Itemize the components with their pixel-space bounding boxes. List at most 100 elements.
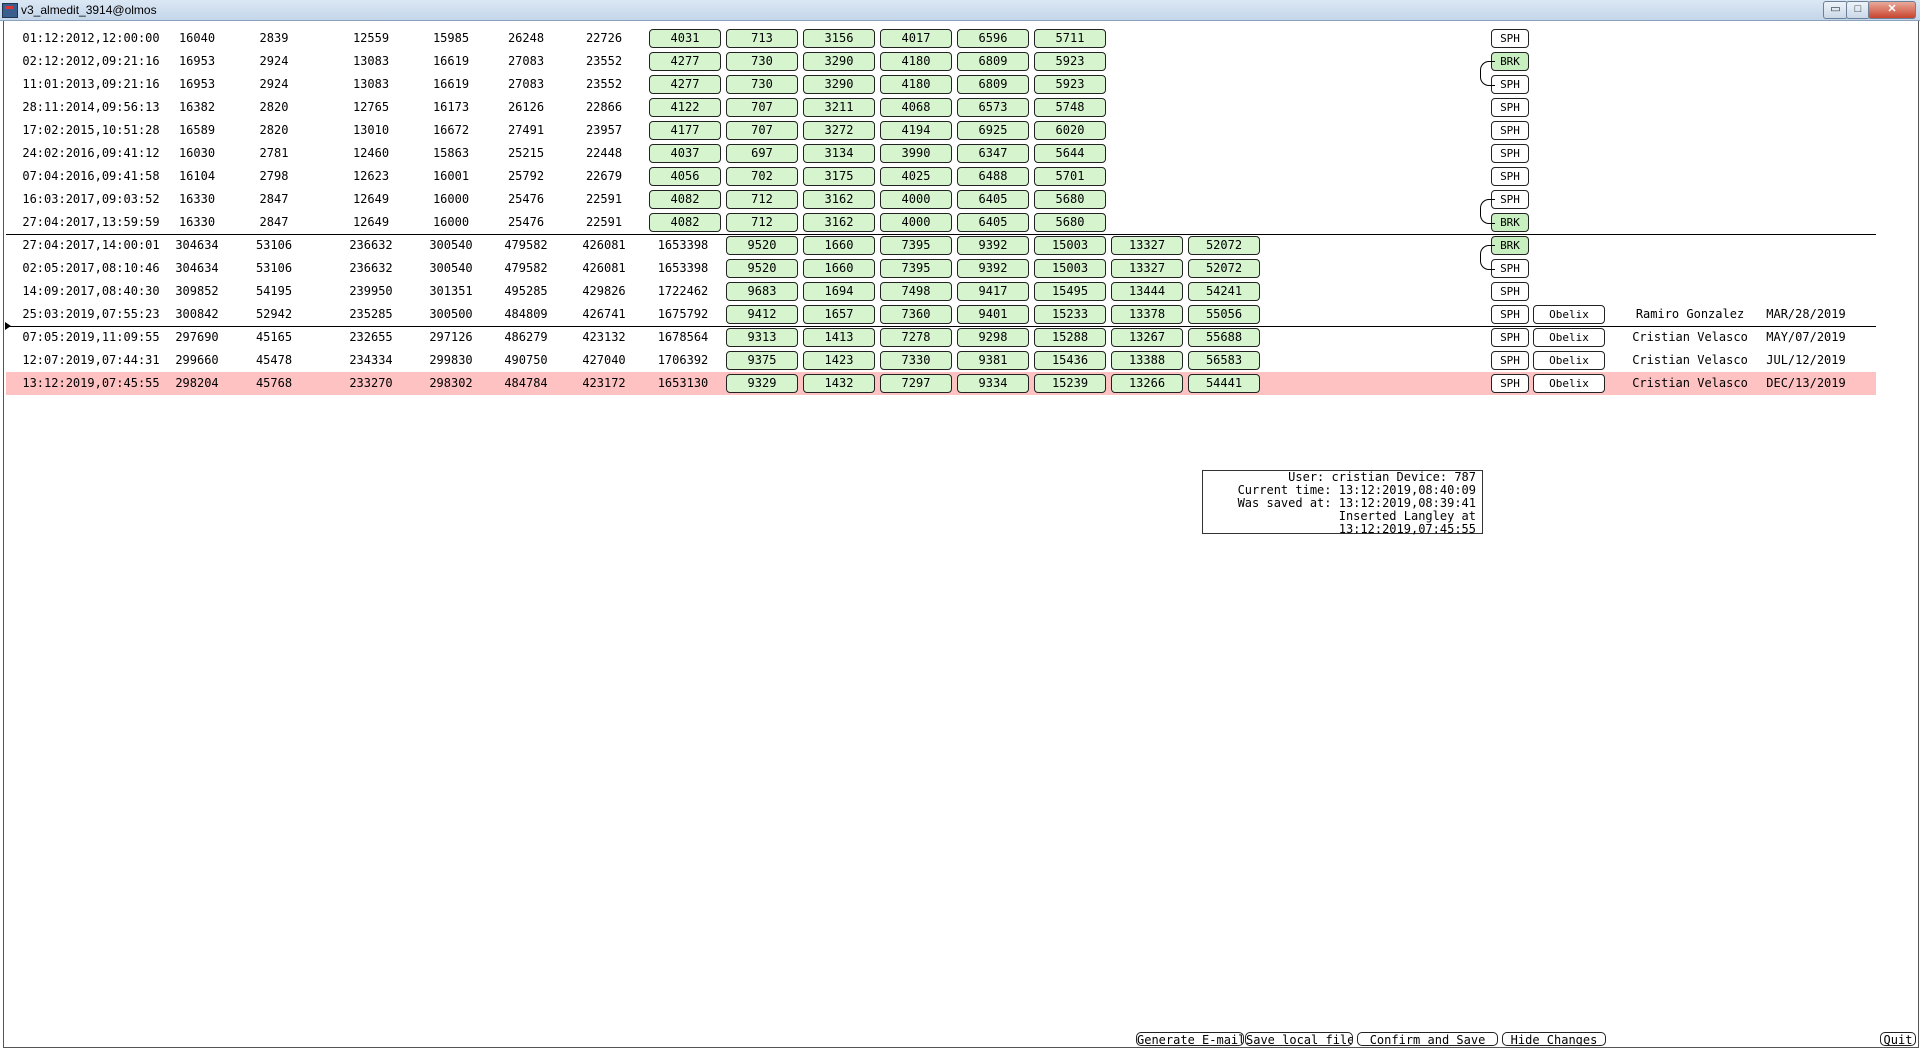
value-cell-button[interactable]: 9381 xyxy=(957,351,1029,370)
value-cell-button[interactable]: 6020 xyxy=(1034,121,1106,140)
sph-tag-button[interactable]: SPH xyxy=(1491,282,1529,301)
sph-tag-button[interactable]: SPH xyxy=(1491,374,1529,393)
value-cell-button[interactable]: 3290 xyxy=(803,75,875,94)
value-cell-button[interactable]: 54241 xyxy=(1188,282,1260,301)
table-row[interactable]: 24:02:2016,09:41:12 16030 2781 12460 15863 25… xyxy=(6,142,1876,165)
value-cell-button[interactable]: 13266 xyxy=(1111,374,1183,393)
brk-tag-button[interactable]: BRK xyxy=(1491,236,1529,255)
value-cell-button[interactable]: 6809 xyxy=(957,75,1029,94)
value-cell-button[interactable]: 9417 xyxy=(957,282,1029,301)
sph-tag-button[interactable]: SPH xyxy=(1491,305,1529,324)
close-button[interactable]: ✕ xyxy=(1868,1,1916,19)
value-cell-button[interactable]: 4277 xyxy=(649,75,721,94)
value-cell-button[interactable]: 713 xyxy=(726,29,798,48)
value-cell-button[interactable]: 5711 xyxy=(1034,29,1106,48)
obelix-button[interactable]: Obelix xyxy=(1533,305,1605,324)
value-cell-button[interactable]: 7330 xyxy=(880,351,952,370)
sph-tag-button[interactable]: SPH xyxy=(1491,29,1529,48)
value-cell-button[interactable]: 1432 xyxy=(803,374,875,393)
value-cell-button[interactable]: 697 xyxy=(726,144,798,163)
table-row[interactable]: 12:07:2019,07:44:31 299660 45478 234334 2998… xyxy=(6,349,1876,372)
value-cell-button[interactable]: 56583 xyxy=(1188,351,1260,370)
value-cell-button[interactable]: 9520 xyxy=(726,236,798,255)
table-row[interactable]: 27:04:2017,14:00:01 304634 53106 236632 3005… xyxy=(6,234,1876,257)
table-row[interactable]: 14:09:2017,08:40:30 309852 54195 239950 3013… xyxy=(6,280,1876,303)
value-cell-button[interactable]: 1423 xyxy=(803,351,875,370)
value-cell-button[interactable]: 4000 xyxy=(880,190,952,209)
value-cell-button[interactable]: 13267 xyxy=(1111,328,1183,347)
value-cell-button[interactable]: 4177 xyxy=(649,121,721,140)
value-cell-button[interactable]: 9334 xyxy=(957,374,1029,393)
value-cell-button[interactable]: 9392 xyxy=(957,259,1029,278)
value-cell-button[interactable]: 6573 xyxy=(957,98,1029,117)
value-cell-button[interactable]: 712 xyxy=(726,213,798,232)
value-cell-button[interactable]: 9375 xyxy=(726,351,798,370)
quit-button[interactable]: Quit xyxy=(1880,1032,1916,1046)
sph-tag-button[interactable]: SPH xyxy=(1491,351,1529,370)
value-cell-button[interactable]: 3990 xyxy=(880,144,952,163)
value-cell-button[interactable]: 3134 xyxy=(803,144,875,163)
value-cell-button[interactable]: 6347 xyxy=(957,144,1029,163)
value-cell-button[interactable]: 15288 xyxy=(1034,328,1106,347)
value-cell-button[interactable]: 7297 xyxy=(880,374,952,393)
value-cell-button[interactable]: 15233 xyxy=(1034,305,1106,324)
value-cell-button[interactable]: 1694 xyxy=(803,282,875,301)
value-cell-button[interactable]: 707 xyxy=(726,98,798,117)
value-cell-button[interactable]: 5923 xyxy=(1034,75,1106,94)
generate-email-button[interactable]: Generate E-mail xyxy=(1136,1032,1244,1046)
value-cell-button[interactable]: 3162 xyxy=(803,213,875,232)
value-cell-button[interactable]: 9329 xyxy=(726,374,798,393)
value-cell-button[interactable]: 5680 xyxy=(1034,190,1106,209)
table-row[interactable]: 13:12:2019,07:45:55 298204 45768 233270 2983… xyxy=(6,372,1876,395)
table-row[interactable]: 01:12:2012,12:00:00 16040 2839 12559 15985 26… xyxy=(6,27,1876,50)
value-cell-button[interactable]: 6488 xyxy=(957,167,1029,186)
table-row[interactable]: 07:05:2019,11:09:55 297690 45165 232655 2971… xyxy=(6,326,1876,349)
value-cell-button[interactable]: 5748 xyxy=(1034,98,1106,117)
value-cell-button[interactable]: 15003 xyxy=(1034,236,1106,255)
value-cell-button[interactable]: 1413 xyxy=(803,328,875,347)
value-cell-button[interactable]: 702 xyxy=(726,167,798,186)
value-cell-button[interactable]: 4068 xyxy=(880,98,952,117)
value-cell-button[interactable]: 15495 xyxy=(1034,282,1106,301)
brk-tag-button[interactable]: BRK xyxy=(1491,52,1529,71)
value-cell-button[interactable]: 4056 xyxy=(649,167,721,186)
value-cell-button[interactable]: 15003 xyxy=(1034,259,1106,278)
value-cell-button[interactable]: 3175 xyxy=(803,167,875,186)
value-cell-button[interactable]: 1657 xyxy=(803,305,875,324)
hide-changes-button[interactable]: Hide Changes xyxy=(1502,1032,1606,1046)
value-cell-button[interactable]: 9313 xyxy=(726,328,798,347)
value-cell-button[interactable]: 15239 xyxy=(1034,374,1106,393)
value-cell-button[interactable]: 13378 xyxy=(1111,305,1183,324)
value-cell-button[interactable]: 7498 xyxy=(880,282,952,301)
value-cell-button[interactable]: 13327 xyxy=(1111,236,1183,255)
sph-tag-button[interactable]: SPH xyxy=(1491,75,1529,94)
value-cell-button[interactable]: 730 xyxy=(726,75,798,94)
value-cell-button[interactable]: 5680 xyxy=(1034,213,1106,232)
sph-tag-button[interactable]: SPH xyxy=(1491,144,1529,163)
value-cell-button[interactable]: 4000 xyxy=(880,213,952,232)
value-cell-button[interactable]: 5644 xyxy=(1034,144,1106,163)
value-cell-button[interactable]: 13388 xyxy=(1111,351,1183,370)
value-cell-button[interactable]: 4180 xyxy=(880,75,952,94)
value-cell-button[interactable]: 707 xyxy=(726,121,798,140)
value-cell-button[interactable]: 55056 xyxy=(1188,305,1260,324)
brk-tag-button[interactable]: BRK xyxy=(1491,213,1529,232)
value-cell-button[interactable]: 4082 xyxy=(649,190,721,209)
table-row[interactable]: 02:12:2012,09:21:16 16953 2924 13083 16619 27… xyxy=(6,50,1876,73)
confirm-and-save-button[interactable]: Confirm and Save xyxy=(1357,1032,1498,1046)
value-cell-button[interactable]: 4194 xyxy=(880,121,952,140)
value-cell-button[interactable]: 4277 xyxy=(649,52,721,71)
value-cell-button[interactable]: 9392 xyxy=(957,236,1029,255)
value-cell-button[interactable]: 54441 xyxy=(1188,374,1260,393)
value-cell-button[interactable]: 13444 xyxy=(1111,282,1183,301)
value-cell-button[interactable]: 9401 xyxy=(957,305,1029,324)
sph-tag-button[interactable]: SPH xyxy=(1491,259,1529,278)
value-cell-button[interactable]: 9412 xyxy=(726,305,798,324)
value-cell-button[interactable]: 5923 xyxy=(1034,52,1106,71)
value-cell-button[interactable]: 52072 xyxy=(1188,259,1260,278)
maximize-button[interactable]: □ xyxy=(1846,1,1870,19)
value-cell-button[interactable]: 6405 xyxy=(957,190,1029,209)
minimize-button[interactable]: ▭ xyxy=(1823,1,1848,19)
table-row[interactable]: 07:04:2016,09:41:58 16104 2798 12623 16001 25… xyxy=(6,165,1876,188)
value-cell-button[interactable]: 4122 xyxy=(649,98,721,117)
